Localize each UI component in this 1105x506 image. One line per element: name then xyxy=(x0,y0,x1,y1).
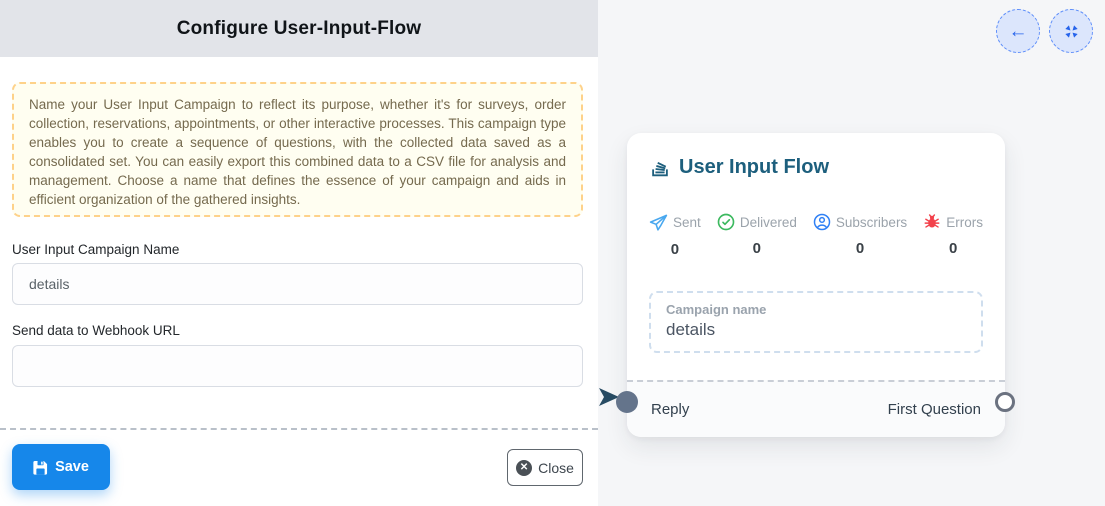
campaign-name-label: User Input Campaign Name xyxy=(12,242,179,257)
node-footer: Reply First Question xyxy=(627,380,1005,437)
stat-sent: Sent 0 xyxy=(649,213,701,258)
panel-header: Configure User-Input-Flow xyxy=(0,0,598,57)
campaign-name-input[interactable] xyxy=(12,263,583,305)
back-button[interactable]: ← xyxy=(996,9,1040,53)
campaign-info-box: Name your User Input Campaign to reflect… xyxy=(12,82,583,217)
arrow-left-icon: ← xyxy=(1009,22,1028,41)
stats-row: Sent 0 Delivered 0 xyxy=(627,179,1005,258)
campaign-box-label: Campaign name xyxy=(666,302,966,317)
bug-icon xyxy=(923,213,941,231)
reply-target-handle[interactable] xyxy=(616,391,638,413)
check-circle-icon xyxy=(717,213,735,231)
webhook-url-label: Send data to Webhook URL xyxy=(12,323,180,338)
stat-value: 0 xyxy=(949,240,957,257)
send-icon xyxy=(649,213,668,232)
stat-value: 0 xyxy=(753,240,761,257)
close-button[interactable]: ✕ Close xyxy=(507,449,583,486)
campaign-box-value: details xyxy=(666,320,966,340)
stat-errors: Errors 0 xyxy=(923,213,983,258)
reply-handle-label: Reply xyxy=(651,401,689,418)
campaign-info-text: Name your User Input Campaign to reflect… xyxy=(29,97,566,207)
stat-label: Sent xyxy=(673,215,701,230)
stat-delivered: Delivered 0 xyxy=(717,213,797,258)
user-input-flow-node[interactable]: User Input Flow Sent 0 xyxy=(627,133,1005,437)
save-icon xyxy=(33,460,48,475)
stack-icon xyxy=(649,157,671,179)
stat-label: Delivered xyxy=(740,215,797,230)
save-button-label: Save xyxy=(55,459,89,475)
node-title: User Input Flow xyxy=(679,156,829,179)
stat-value: 0 xyxy=(856,240,864,257)
close-icon: ✕ xyxy=(516,460,532,476)
compress-icon xyxy=(1063,23,1080,40)
webhook-url-input[interactable] xyxy=(12,345,583,387)
stat-label: Subscribers xyxy=(836,215,907,230)
footer-divider xyxy=(0,428,598,430)
campaign-name-display-box[interactable]: Campaign name details xyxy=(649,291,983,353)
save-button[interactable]: Save xyxy=(12,444,110,490)
configure-panel: Configure User-Input-Flow Name your User… xyxy=(0,0,598,506)
panel-title: Configure User-Input-Flow xyxy=(177,18,422,40)
close-button-label: Close xyxy=(538,460,574,476)
node-title-row: User Input Flow xyxy=(627,133,1005,179)
first-question-source-handle[interactable] xyxy=(995,392,1015,412)
stat-value: 0 xyxy=(671,241,679,258)
stat-subscribers: Subscribers 0 xyxy=(813,213,907,258)
subscribers-icon xyxy=(813,213,831,231)
flow-canvas: ← xyxy=(598,0,1105,506)
screen: Configure User-Input-Flow Name your User… xyxy=(0,0,1105,506)
fit-view-button[interactable] xyxy=(1049,9,1093,53)
stat-label: Errors xyxy=(946,215,983,230)
first-question-label: First Question xyxy=(888,401,981,418)
